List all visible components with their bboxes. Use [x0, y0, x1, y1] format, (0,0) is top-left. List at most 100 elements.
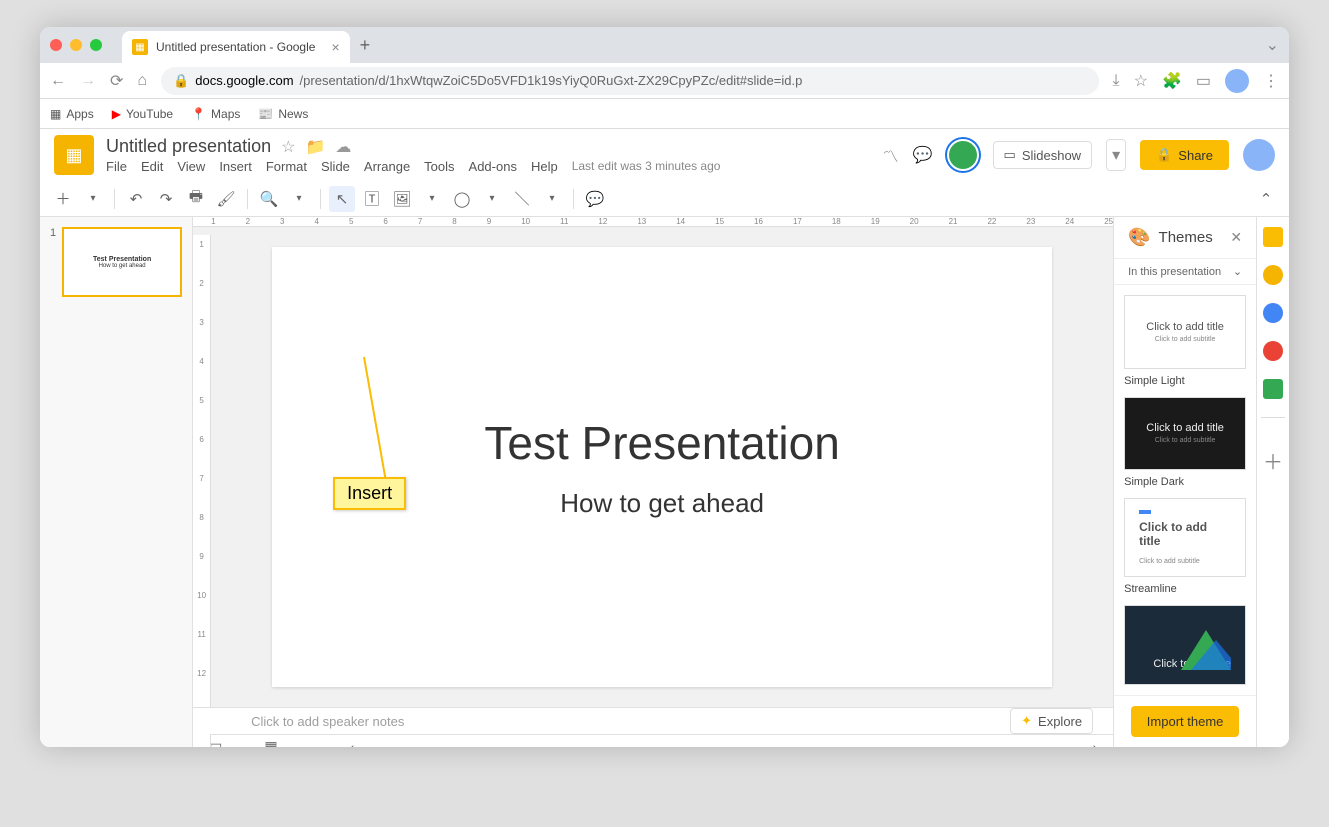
menu-insert[interactable]: Insert — [219, 159, 252, 174]
new-slide-button[interactable]: ＋ — [50, 186, 76, 212]
grid-view-button[interactable]: ▦ — [258, 736, 283, 747]
menu-format[interactable]: Format — [266, 159, 307, 174]
maps-icon: 📍 — [191, 107, 206, 121]
themes-presentation-section[interactable]: In this presentation ⌄ — [1114, 258, 1256, 285]
menu-tools[interactable]: Tools — [424, 159, 454, 174]
address-bar[interactable]: 🔒 docs.google.com/presentation/d/1hxWtqw… — [161, 67, 1098, 95]
move-document-icon[interactable]: 📁 — [305, 137, 325, 157]
cloud-status-icon[interactable]: ☁ — [335, 137, 351, 157]
paint-format-button[interactable]: 🖌 — [213, 186, 239, 212]
home-button[interactable]: ⌂ — [137, 72, 147, 90]
minimize-window-button[interactable] — [70, 39, 82, 51]
collapse-filmstrip-button[interactable]: ‹ — [344, 737, 361, 748]
annotation-callout: Insert — [363, 357, 365, 497]
calendar-sidebar-icon[interactable] — [1263, 227, 1283, 247]
theme-simple-dark[interactable]: Click to add title Click to add subtitle — [1124, 397, 1246, 471]
menu-view[interactable]: View — [177, 159, 205, 174]
theme-streamline[interactable]: Click to add title Click to add subtitle — [1124, 498, 1246, 576]
slide-title-text[interactable]: Test Presentation — [484, 416, 839, 470]
browser-tab[interactable]: ▦ Untitled presentation - Google × — [122, 31, 350, 63]
shape-dropdown[interactable]: ▾ — [479, 186, 505, 212]
reader-mode-icon[interactable]: ▭ — [1196, 71, 1211, 91]
theme-name-streamline: Streamline — [1124, 583, 1246, 595]
zoom-button[interactable]: 🔍 — [256, 186, 282, 212]
last-edit-status[interactable]: Last edit was 3 minutes ago — [572, 159, 721, 174]
account-avatar[interactable] — [1243, 139, 1275, 171]
explore-button[interactable]: ✦ Explore — [1010, 708, 1093, 734]
image-dropdown[interactable]: ▾ — [419, 186, 445, 212]
hide-menus-icon[interactable]: ⌃ — [1253, 186, 1279, 212]
new-slide-dropdown[interactable]: ▾ — [80, 186, 106, 212]
undo-button[interactable]: ↶ — [123, 186, 149, 212]
theme-focus[interactable]: Click to add title — [1124, 605, 1246, 685]
present-icon: ▭ — [1004, 147, 1016, 163]
star-bookmark-icon[interactable]: ☆ — [1134, 71, 1148, 91]
redo-button[interactable]: ↷ — [153, 186, 179, 212]
youtube-bookmark[interactable]: ▶YouTube — [112, 107, 173, 121]
back-button[interactable]: ← — [50, 72, 66, 90]
line-dropdown[interactable]: ▾ — [539, 186, 565, 212]
close-themes-panel[interactable]: ✕ — [1230, 229, 1242, 246]
new-tab-button[interactable]: + — [360, 35, 371, 56]
close-window-button[interactable] — [50, 39, 62, 51]
menu-edit[interactable]: Edit — [141, 159, 163, 174]
profile-avatar[interactable] — [1225, 69, 1249, 93]
line-tool[interactable]: ＼ — [509, 186, 535, 212]
addons-sidebar-button[interactable]: ＋ — [1263, 446, 1283, 475]
forward-button[interactable]: → — [80, 72, 96, 90]
image-tool[interactable]: 🖼 — [389, 186, 415, 212]
focus-theme-shape — [1181, 630, 1231, 670]
speaker-notes-field[interactable]: Click to add speaker notes — [231, 714, 1010, 729]
menu-help[interactable]: Help — [531, 159, 558, 174]
url-domain: docs.google.com — [195, 73, 293, 88]
comment-tool[interactable]: 💬 — [582, 186, 608, 212]
lock-icon: 🔒 — [173, 73, 189, 89]
slideshow-dropdown[interactable]: ▾ — [1106, 139, 1126, 171]
extensions-icon[interactable]: 🧩 — [1162, 71, 1182, 91]
expand-panel-button[interactable]: › — [1086, 737, 1103, 748]
callout-label: Insert — [333, 477, 406, 510]
textbox-tool[interactable]: 🅃 — [359, 186, 385, 212]
apps-bookmark[interactable]: ▦Apps — [50, 107, 94, 121]
maps-bookmark[interactable]: 📍Maps — [191, 107, 240, 121]
collaborator-avatar[interactable] — [947, 139, 979, 171]
lock-icon: 🔒 — [1156, 147, 1172, 163]
menu-slide[interactable]: Slide — [321, 159, 350, 174]
vertical-ruler[interactable]: 1234567891011121314 — [193, 235, 211, 747]
star-document-icon[interactable]: ☆ — [281, 137, 295, 157]
close-tab-icon[interactable]: × — [331, 39, 339, 55]
share-button[interactable]: 🔒 Share — [1140, 140, 1229, 170]
contacts-sidebar-icon[interactable] — [1263, 341, 1283, 361]
keep-sidebar-icon[interactable] — [1263, 265, 1283, 285]
reload-button[interactable]: ⟳ — [110, 71, 123, 91]
tasks-sidebar-icon[interactable] — [1263, 303, 1283, 323]
browser-menu-icon[interactable]: ⋮ — [1263, 71, 1279, 91]
menu-addons[interactable]: Add-ons — [469, 159, 517, 174]
menu-file[interactable]: File — [106, 159, 127, 174]
slide-thumbnail-1[interactable]: Test Presentation How to get ahead — [62, 227, 182, 297]
zoom-dropdown[interactable]: ▾ — [286, 186, 312, 212]
theme-simple-light[interactable]: Click to add title Click to add subtitle — [1124, 295, 1246, 369]
slide-subtitle-text[interactable]: How to get ahead — [560, 488, 764, 519]
apps-icon: ▦ — [50, 107, 61, 121]
activity-dashboard-icon[interactable]: 〽 — [883, 143, 899, 167]
import-theme-button[interactable]: Import theme — [1131, 706, 1240, 737]
news-icon: 📰 — [258, 107, 273, 121]
url-path: /presentation/d/1hxWtqwZoiC5Do5VFD1k19sY… — [300, 73, 803, 88]
news-bookmark[interactable]: 📰News — [258, 107, 308, 121]
maps-sidebar-icon[interactable] — [1263, 379, 1283, 399]
document-title[interactable]: Untitled presentation — [106, 136, 271, 157]
slide-canvas[interactable]: Test Presentation How to get ahead — [272, 247, 1052, 687]
maximize-window-button[interactable] — [90, 39, 102, 51]
select-tool[interactable]: ↖ — [329, 186, 355, 212]
horizontal-ruler[interactable]: 1234567891011121314151617181920212223242… — [193, 217, 1113, 227]
shape-tool[interactable]: ◯ — [449, 186, 475, 212]
themes-icon: 🎨 — [1128, 227, 1150, 248]
chevron-down-icon[interactable]: ⌄ — [1266, 35, 1279, 55]
print-button[interactable]: 🖶 — [183, 186, 209, 212]
menu-arrange[interactable]: Arrange — [364, 159, 410, 174]
install-app-icon[interactable]: ⤓ — [1113, 72, 1120, 90]
slideshow-button[interactable]: ▭ Slideshow — [993, 141, 1093, 169]
slides-logo[interactable]: ▦ — [54, 135, 94, 175]
comments-icon[interactable]: 💬 — [913, 145, 933, 165]
